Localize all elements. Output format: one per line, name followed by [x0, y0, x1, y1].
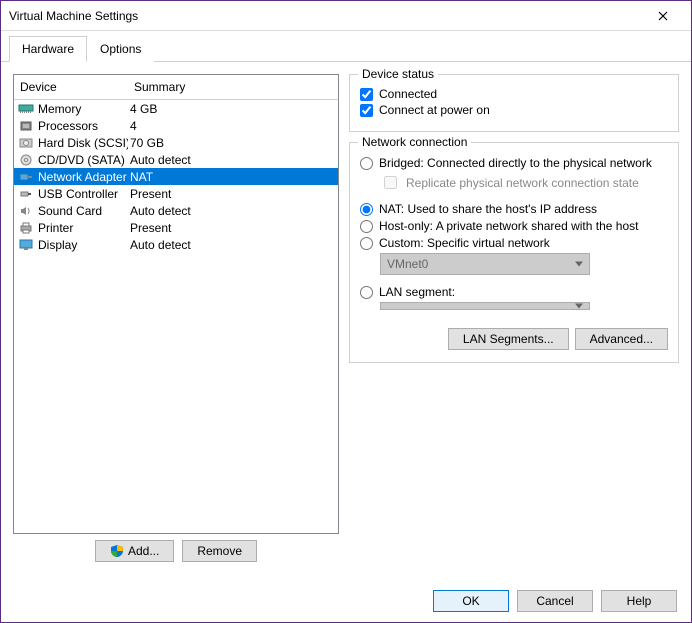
shield-icon [110, 544, 124, 558]
tab-options[interactable]: Options [87, 36, 154, 62]
cancel-button[interactable]: Cancel [517, 590, 593, 612]
net-icon [16, 169, 36, 185]
connected-label: Connected [379, 87, 437, 101]
close-icon [658, 11, 668, 21]
hostonly-input[interactable] [360, 220, 373, 233]
column-device[interactable]: Device [14, 75, 128, 99]
device-summary: NAT [128, 170, 338, 184]
nat-input[interactable] [360, 203, 373, 216]
replicate-label: Replicate physical network connection st… [406, 176, 639, 190]
hostonly-label: Host-only: A private network shared with… [379, 219, 638, 233]
left-buttons: Add... Remove [13, 534, 339, 568]
device-name: Hard Disk (SCSI) [36, 136, 128, 150]
connected-input[interactable] [360, 88, 373, 101]
device-list-header: Device Summary [14, 75, 338, 100]
cd-icon [16, 152, 36, 168]
device-name: Sound Card [36, 204, 128, 218]
ok-button[interactable]: OK [433, 590, 509, 612]
device-name: Memory [36, 102, 128, 116]
custom-label: Custom: Specific virtual network [379, 236, 550, 250]
device-row[interactable]: Network AdapterNAT [14, 168, 338, 185]
lan-input[interactable] [360, 286, 373, 299]
network-connection-group: Network connection Bridged: Connected di… [349, 142, 679, 363]
usb-icon [16, 186, 36, 202]
device-summary: Auto detect [128, 238, 338, 252]
lan-radio[interactable]: LAN segment: [360, 285, 668, 299]
replicate-input [384, 176, 397, 189]
close-button[interactable] [643, 2, 683, 30]
connected-checkbox[interactable]: Connected [360, 87, 668, 101]
network-buttons: LAN Segments... Advanced... [360, 328, 668, 350]
connect-poweron-checkbox[interactable]: Connect at power on [360, 103, 668, 117]
titlebar: Virtual Machine Settings [1, 1, 691, 31]
device-row[interactable]: DisplayAuto detect [14, 236, 338, 253]
sound-icon [16, 203, 36, 219]
device-name: Printer [36, 221, 128, 235]
nat-radio[interactable]: NAT: Used to share the host's IP address [360, 202, 668, 216]
window-title: Virtual Machine Settings [9, 9, 643, 23]
device-name: Processors [36, 119, 128, 133]
remove-button[interactable]: Remove [182, 540, 257, 562]
network-title: Network connection [358, 135, 471, 149]
add-button[interactable]: Add... [95, 540, 174, 562]
bridged-label: Bridged: Connected directly to the physi… [379, 156, 652, 170]
device-row[interactable]: CD/DVD (SATA)Auto detect [14, 151, 338, 168]
device-summary: Present [128, 187, 338, 201]
device-summary: 4 [128, 119, 338, 133]
device-list-body: Memory4 GBProcessors4Hard Disk (SCSI)70 … [14, 100, 338, 253]
bridged-radio[interactable]: Bridged: Connected directly to the physi… [360, 156, 668, 170]
tab-hardware[interactable]: Hardware [9, 36, 87, 62]
cpu-icon [16, 118, 36, 134]
content: Device Summary Memory4 GBProcessors4Hard… [1, 62, 691, 580]
device-name: Network Adapter [36, 170, 128, 184]
lan-label: LAN segment: [379, 285, 455, 299]
custom-select: VMnet0 [380, 253, 590, 275]
column-summary[interactable]: Summary [128, 75, 338, 99]
replicate-checkbox: Replicate physical network connection st… [380, 173, 668, 192]
printer-icon [16, 220, 36, 236]
device-row[interactable]: USB ControllerPresent [14, 185, 338, 202]
device-row[interactable]: Sound CardAuto detect [14, 202, 338, 219]
nat-label: NAT: Used to share the host's IP address [379, 202, 597, 216]
memory-icon [16, 101, 36, 117]
custom-radio[interactable]: Custom: Specific virtual network [360, 236, 668, 250]
lan-segments-button[interactable]: LAN Segments... [448, 328, 569, 350]
device-status-group: Device status Connected Connect at power… [349, 74, 679, 132]
device-summary: 70 GB [128, 136, 338, 150]
lan-select [380, 302, 590, 310]
hostonly-radio[interactable]: Host-only: A private network shared with… [360, 219, 668, 233]
connect-poweron-label: Connect at power on [379, 103, 490, 117]
right-panel: Device status Connected Connect at power… [349, 74, 679, 568]
help-button[interactable]: Help [601, 590, 677, 612]
custom-input[interactable] [360, 237, 373, 250]
device-row[interactable]: Memory4 GB [14, 100, 338, 117]
footer-buttons: OK Cancel Help [1, 580, 691, 622]
device-status-title: Device status [358, 67, 438, 81]
disk-icon [16, 135, 36, 151]
display-icon [16, 237, 36, 253]
device-name: CD/DVD (SATA) [36, 153, 128, 167]
left-panel: Device Summary Memory4 GBProcessors4Hard… [13, 74, 339, 568]
advanced-button[interactable]: Advanced... [575, 328, 668, 350]
device-row[interactable]: Processors4 [14, 117, 338, 134]
device-list: Device Summary Memory4 GBProcessors4Hard… [13, 74, 339, 534]
device-row[interactable]: PrinterPresent [14, 219, 338, 236]
device-name: Display [36, 238, 128, 252]
connect-poweron-input[interactable] [360, 104, 373, 117]
device-summary: Auto detect [128, 204, 338, 218]
add-label: Add... [128, 544, 159, 558]
device-summary: 4 GB [128, 102, 338, 116]
device-summary: Present [128, 221, 338, 235]
bridged-input[interactable] [360, 157, 373, 170]
device-name: USB Controller [36, 187, 128, 201]
tabs: Hardware Options [1, 31, 691, 62]
device-summary: Auto detect [128, 153, 338, 167]
device-row[interactable]: Hard Disk (SCSI)70 GB [14, 134, 338, 151]
